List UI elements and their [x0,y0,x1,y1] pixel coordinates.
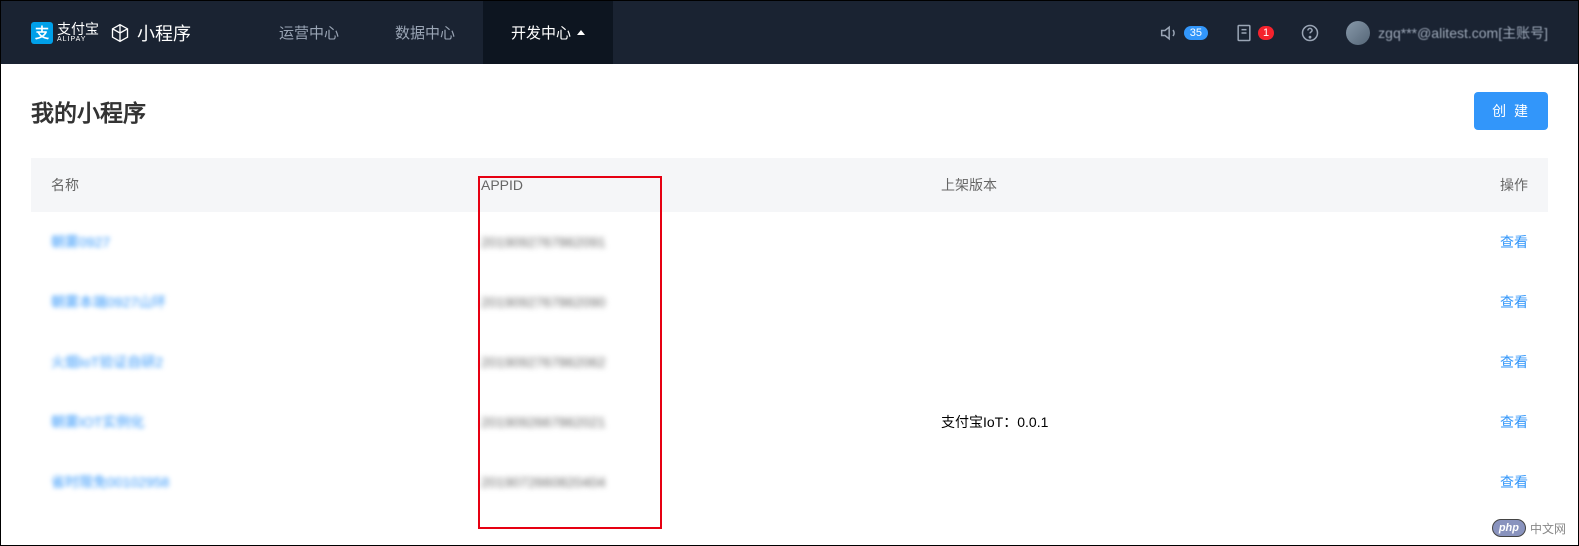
triangle-up-icon [577,30,585,35]
alipay-icon: 支 [31,22,53,44]
nav-label: 开发中心 [511,22,571,43]
help-button[interactable] [1300,23,1320,43]
doc-badge: 1 [1258,26,1274,40]
nav-label: 数据中心 [395,22,455,43]
alipay-text: 支付宝 ALIPAY [57,22,99,43]
php-icon: php [1492,519,1526,537]
help-icon [1300,23,1320,43]
user-account[interactable]: zgq***@alitest.com[主账号] [1346,21,1548,45]
appid-text: 2019092767862090 [481,294,606,310]
view-link[interactable]: 查看 [1500,474,1528,490]
miniapp-text: 小程序 [137,20,191,46]
table-row: 朝雾本端0927山环 2019092767862090 查看 [31,272,1548,332]
miniapp-logo[interactable]: 小程序 [109,20,191,46]
sound-badge: 35 [1184,26,1208,40]
nav-label: 运营中心 [279,22,339,43]
avatar [1346,21,1370,45]
col-header-action: 操作 [1431,175,1528,195]
nav-item-operations[interactable]: 运营中心 [251,1,367,64]
create-button[interactable]: 创 建 [1474,92,1548,130]
view-link[interactable]: 查看 [1500,234,1528,250]
nav-item-data[interactable]: 数据中心 [367,1,483,64]
alipay-text-sub: ALIPAY [57,36,99,43]
doc-icon [1234,23,1254,43]
watermark: php 中文网 [1492,519,1566,537]
table-row: 省时限免00102958 2019072660820404 查看 [31,452,1548,512]
table-row: 火烟IoT验证自研2 2019092767862062 查看 [31,332,1548,392]
view-link[interactable]: 查看 [1500,354,1528,370]
app-name-link[interactable]: 朝雾IOT实例化 [51,414,144,430]
logo-group: 支 支付宝 ALIPAY 小程序 [31,20,191,46]
table-row: 朝雾0927 2019092767862091 查看 [31,212,1548,272]
col-header-version: 上架版本 [941,175,1431,195]
col-header-appid: APPID [481,177,941,193]
alipay-logo[interactable]: 支 支付宝 ALIPAY [31,22,99,44]
version-text: 支付宝IoT：0.0.1 [941,414,1048,430]
header-right: 35 1 zgq***@alitest.com[主账号] [1160,21,1548,45]
appid-text: 2019092667862021 [481,414,606,430]
app-name-link[interactable]: 火烟IoT验证自研2 [51,354,163,370]
content-area: 我的小程序 创 建 名称 APPID 上架版本 操作 朝雾0927 201909… [1,64,1578,540]
watermark-text: 中文网 [1530,520,1566,537]
sound-notification[interactable]: 35 [1160,23,1208,43]
main-nav: 运营中心 数据中心 开发中心 [251,1,613,64]
top-header: 支 支付宝 ALIPAY 小程序 运营中心 数据中心 开发中心 [1,1,1578,64]
table-row: 朝雾IOT实例化 2019092667862021 支付宝IoT：0.0.1 查… [31,392,1548,452]
page-head: 我的小程序 创 建 [31,92,1548,130]
appid-text: 2019092767862091 [481,234,606,250]
view-link[interactable]: 查看 [1500,294,1528,310]
col-header-name: 名称 [51,175,481,195]
alipay-text-main: 支付宝 [57,22,99,36]
user-text: zgq***@alitest.com[主账号] [1378,23,1548,43]
doc-notification[interactable]: 1 [1234,23,1274,43]
apps-table: 名称 APPID 上架版本 操作 朝雾0927 2019092767862091… [31,158,1548,512]
cube-icon [109,22,131,44]
app-name-link[interactable]: 省时限免00102958 [51,474,169,490]
app-name-link[interactable]: 朝雾0927 [51,234,110,250]
appid-text: 2019072660820404 [481,474,606,490]
view-link[interactable]: 查看 [1500,414,1528,430]
page-title: 我的小程序 [31,94,146,128]
app-name-link[interactable]: 朝雾本端0927山环 [51,294,166,310]
sound-icon [1160,23,1180,43]
table-header: 名称 APPID 上架版本 操作 [31,158,1548,212]
nav-item-dev[interactable]: 开发中心 [483,1,613,64]
appid-text: 2019092767862062 [481,354,606,370]
